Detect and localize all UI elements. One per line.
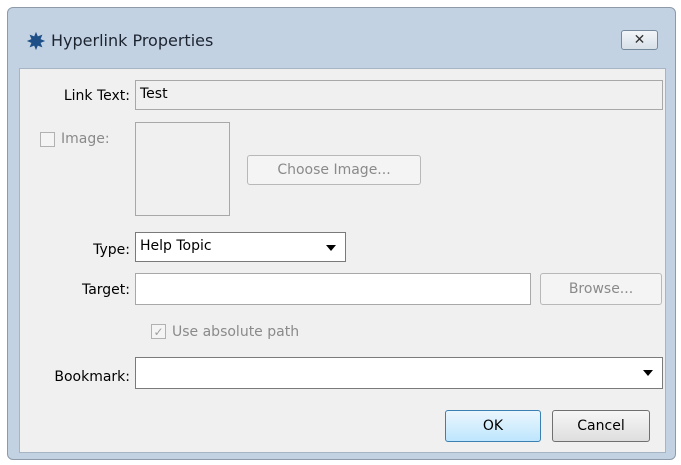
bookmark-dropdown[interactable]	[135, 357, 663, 389]
chevron-down-icon	[643, 370, 653, 376]
checkmark-icon: ✓	[153, 324, 164, 339]
title-bar[interactable]: Hyperlink Properties ✕	[8, 8, 675, 69]
close-icon: ✕	[633, 32, 646, 48]
image-checkbox[interactable]	[40, 132, 55, 147]
type-dropdown[interactable]: Help Topic	[135, 232, 346, 262]
type-label: Type:	[93, 242, 130, 258]
hyperlink-properties-dialog: Hyperlink Properties ✕ Link Text: Test I…	[7, 7, 676, 460]
type-value: Help Topic	[140, 238, 212, 254]
target-label: Target:	[81, 282, 130, 298]
choose-image-label: Choose Image...	[277, 162, 391, 178]
image-label: Image:	[61, 131, 110, 147]
absolute-path-label: Use absolute path	[172, 324, 300, 340]
ok-button[interactable]: OK	[445, 410, 541, 442]
browse-label: Browse...	[568, 281, 634, 297]
image-preview	[135, 122, 230, 216]
close-button[interactable]: ✕	[621, 30, 658, 50]
maple-leaf-icon	[26, 31, 46, 51]
ok-label: OK	[482, 418, 504, 434]
window-title: Hyperlink Properties	[51, 31, 214, 50]
browse-button[interactable]: Browse...	[540, 273, 662, 305]
bookmark-label: Bookmark:	[54, 369, 130, 385]
link-text-field[interactable]: Test	[135, 80, 663, 110]
cancel-label: Cancel	[577, 418, 625, 434]
target-field[interactable]	[135, 273, 531, 305]
chevron-down-icon	[326, 245, 336, 251]
link-text-value: Test	[140, 86, 168, 102]
choose-image-button[interactable]: Choose Image...	[247, 155, 421, 185]
link-text-label: Link Text:	[63, 88, 130, 104]
absolute-path-checkbox[interactable]: ✓	[151, 324, 166, 339]
cancel-button[interactable]: Cancel	[552, 410, 650, 442]
dialog-body: Link Text: Test Image: Choose Image... T…	[19, 68, 666, 453]
